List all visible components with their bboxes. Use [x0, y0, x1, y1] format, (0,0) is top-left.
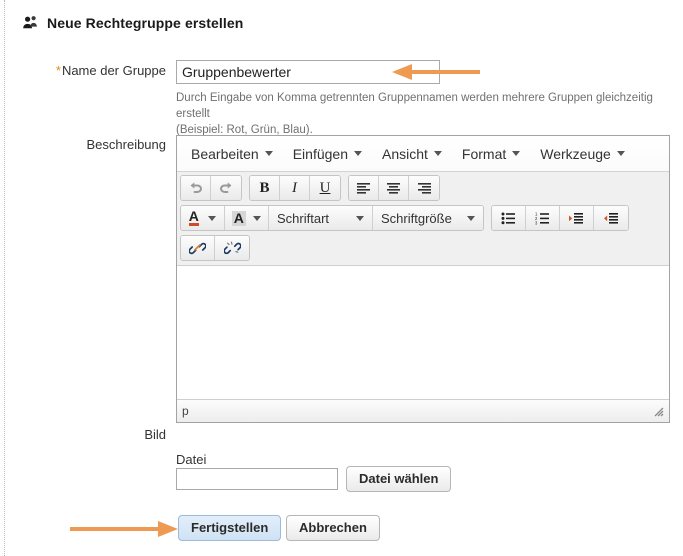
align-right-icon — [417, 182, 432, 195]
menu-bearbeiten-label: Bearbeiten — [191, 146, 259, 162]
file-path-input[interactable] — [176, 468, 338, 490]
cancel-button[interactable]: Abbrechen — [286, 515, 380, 541]
chevron-down-icon — [467, 216, 475, 221]
underline-button[interactable]: U — [310, 176, 340, 200]
bold-button[interactable]: B — [250, 176, 280, 200]
name-field-label-text: Name der Gruppe — [62, 63, 166, 78]
menu-werkzeuge-label: Werkzeuge — [540, 146, 611, 162]
italic-icon: I — [292, 180, 297, 197]
resize-grip-icon[interactable] — [652, 405, 664, 417]
chevron-down-icon — [253, 216, 261, 221]
bold-icon: B — [259, 180, 269, 197]
menu-werkzeuge[interactable]: Werkzeuge — [530, 142, 635, 166]
rich-text-editor: Bearbeiten Einfügen Ansicht Format Werkz… — [176, 135, 670, 423]
file-sub-label: Datei — [176, 452, 206, 467]
chevron-down-icon — [434, 151, 442, 156]
name-field-label: *Name der Gruppe — [20, 63, 166, 78]
editor-content-area[interactable] — [177, 265, 669, 400]
chevron-down-icon — [356, 216, 364, 221]
numbered-list-button[interactable]: 1 2 3 — [526, 206, 560, 230]
bullet-list-button[interactable] — [492, 206, 526, 230]
indent-button[interactable] — [560, 206, 594, 230]
align-center-button[interactable] — [379, 176, 409, 200]
svg-text:3: 3 — [535, 220, 538, 225]
chevron-down-icon — [265, 151, 273, 156]
bullet-list-icon — [501, 212, 516, 225]
underline-icon: U — [320, 180, 331, 197]
menu-einfuegen[interactable]: Einfügen — [283, 142, 372, 166]
name-field-help: Durch Eingabe von Komma getrennten Grupp… — [176, 90, 676, 138]
name-input[interactable] — [176, 60, 440, 84]
forecolor-button[interactable]: A — [181, 206, 225, 230]
undo-button[interactable] — [181, 176, 211, 200]
font-button-group: A A Schriftart Schriftgröße — [180, 205, 484, 231]
background-color-icon: A — [232, 211, 246, 226]
editor-statusbar: p — [177, 400, 669, 422]
align-left-icon — [356, 182, 371, 195]
italic-button[interactable]: I — [280, 176, 310, 200]
menu-format[interactable]: Format — [452, 142, 530, 166]
users-group-icon — [22, 14, 40, 32]
chevron-down-icon — [617, 151, 625, 156]
unlink-button[interactable] — [215, 236, 249, 260]
link-icon — [189, 241, 206, 256]
menu-einfuegen-label: Einfügen — [293, 146, 348, 162]
font-size-select-label: Schriftgröße — [381, 211, 452, 226]
backcolor-button[interactable]: A — [225, 206, 269, 230]
chevron-down-icon — [354, 151, 362, 156]
editor-element-path: p — [182, 404, 189, 418]
editor-toolbar-row-3 — [177, 233, 669, 265]
menu-ansicht-label: Ansicht — [382, 146, 428, 162]
link-button[interactable] — [181, 236, 215, 260]
menu-bearbeiten[interactable]: Bearbeiten — [181, 142, 283, 166]
link-button-group — [180, 235, 250, 261]
image-field-label: Bild — [20, 427, 166, 442]
align-center-icon — [386, 182, 401, 195]
align-left-button[interactable] — [349, 176, 379, 200]
text-color-icon: A — [189, 210, 199, 226]
editor-toolbar-row-1: B I U — [177, 172, 669, 203]
font-family-select-label: Schriftart — [277, 211, 329, 226]
list-button-group: 1 2 3 — [491, 205, 629, 231]
chevron-down-icon — [512, 151, 520, 156]
menu-ansicht[interactable]: Ansicht — [372, 142, 452, 166]
chevron-down-icon — [208, 216, 216, 221]
font-family-select[interactable]: Schriftart — [269, 206, 373, 230]
name-field-help-line1: Durch Eingabe von Komma getrennten Grupp… — [176, 90, 676, 122]
page-left-rule — [4, 0, 6, 556]
text-style-button-group: B I U — [249, 175, 341, 201]
choose-file-button[interactable]: Datei wählen — [346, 466, 451, 492]
unlink-icon — [224, 241, 241, 256]
redo-button[interactable] — [211, 176, 241, 200]
arrow-to-finish-button — [68, 517, 180, 541]
page-title: Neue Rechtegruppe erstellen — [47, 15, 243, 31]
alignment-button-group — [348, 175, 440, 201]
editor-menubar: Bearbeiten Einfügen Ansicht Format Werkz… — [177, 136, 669, 172]
outdent-button[interactable] — [594, 206, 628, 230]
numbered-list-icon: 1 2 3 — [535, 212, 550, 225]
undo-icon — [188, 180, 204, 196]
menu-format-label: Format — [462, 146, 506, 162]
editor-toolbar-row-2: A A Schriftart Schriftgröße — [177, 203, 669, 233]
finish-button[interactable]: Fertigstellen — [178, 515, 281, 541]
align-right-button[interactable] — [409, 176, 439, 200]
font-size-select[interactable]: Schriftgröße — [373, 206, 483, 230]
description-field-label: Beschreibung — [20, 137, 166, 152]
outdent-icon — [604, 212, 619, 225]
page-header: Neue Rechtegruppe erstellen — [22, 14, 243, 32]
history-button-group — [180, 175, 242, 201]
redo-icon — [218, 180, 234, 196]
indent-icon — [569, 212, 584, 225]
required-asterisk: * — [56, 63, 61, 78]
